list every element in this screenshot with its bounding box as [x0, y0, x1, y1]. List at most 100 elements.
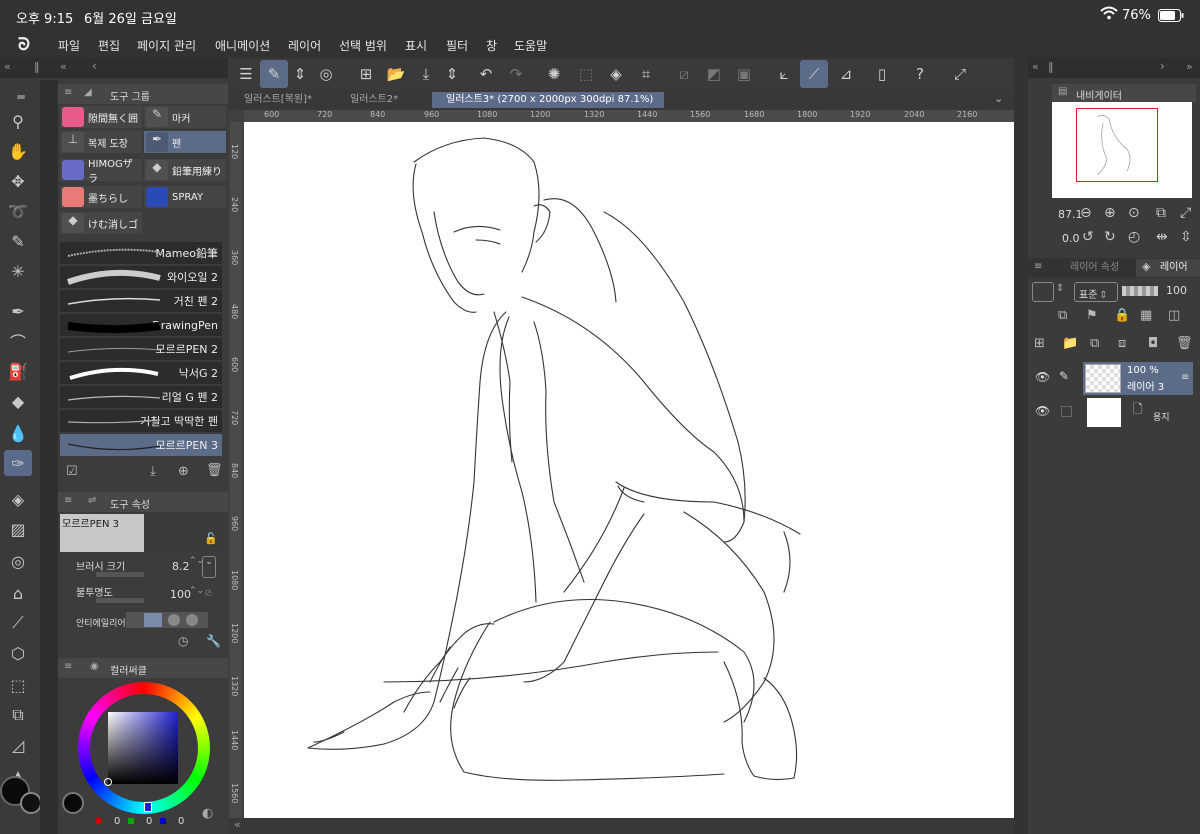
subtool-group[interactable]: ◆ 鉛筆用練り: [144, 159, 226, 181]
redo-icon[interactable]: ↷: [502, 60, 530, 88]
subtool-group[interactable]: ✎ 마커: [144, 106, 226, 128]
antialias-option-selected[interactable]: [144, 613, 162, 627]
collapse-icon[interactable]: «: [234, 818, 241, 831]
document-tab[interactable]: 일러스트2*: [336, 92, 432, 108]
menu-icon[interactable]: ≡: [64, 87, 72, 98]
zoom-value[interactable]: 87.1: [1058, 208, 1083, 221]
ruler-icon[interactable]: ⟋: [4, 610, 32, 636]
chevron-left-icon[interactable]: ‹: [92, 59, 97, 73]
brush-snap-icon[interactable]: ⟋: [800, 60, 828, 88]
frame-icon[interactable]: ⌂: [4, 580, 32, 606]
pen-icon[interactable]: ✒: [4, 298, 32, 324]
rotate-right-icon[interactable]: ↻: [1104, 229, 1116, 245]
clip-studio-logo-icon[interactable]: ᘐ: [18, 35, 30, 55]
selection-border-icon[interactable]: ▣: [730, 60, 758, 88]
menu-window[interactable]: 창: [486, 37, 497, 54]
chevron-right-icon[interactable]: ›: [1160, 59, 1165, 73]
loading-icon[interactable]: ✺: [540, 60, 568, 88]
clear-selection-icon[interactable]: ⧄: [670, 60, 698, 88]
subtool-group[interactable]: ◆ けむ消しゴ: [60, 212, 142, 234]
chevron-down-icon[interactable]: ⌄: [994, 92, 1003, 105]
trash-icon[interactable]: 🗑: [206, 463, 223, 478]
gradient-icon[interactable]: ▨: [4, 516, 32, 542]
duplicate-icon[interactable]: ⊕: [178, 464, 189, 479]
crop-icon[interactable]: ⌗: [632, 60, 660, 88]
lock-icon[interactable]: 🔓: [204, 532, 218, 545]
collapse-icon[interactable]: «: [4, 60, 11, 73]
menu-edit[interactable]: 편집: [98, 37, 120, 54]
menu-animation[interactable]: 애니메이션: [215, 37, 270, 54]
collapse-icon[interactable]: «: [1032, 60, 1039, 73]
rotate-left-icon[interactable]: ↺: [1082, 229, 1094, 245]
menu-icon[interactable]: ☰: [232, 60, 260, 88]
brush-size-slider[interactable]: [96, 572, 144, 577]
layer-opacity[interactable]: 100: [1166, 284, 1187, 297]
brush-item[interactable]: DrawingPen: [60, 314, 222, 337]
invert-selection-icon[interactable]: ◩: [700, 60, 728, 88]
sub-color-swatch[interactable]: [20, 792, 42, 814]
layer-checkbox[interactable]: [1061, 406, 1072, 417]
brush-item[interactable]: 모르르PEN 2: [60, 338, 222, 361]
pen-tool-icon[interactable]: ✑: [4, 450, 32, 476]
subtool-group[interactable]: SPRAY: [144, 186, 226, 208]
subtool-group[interactable]: HIMOGザラ: [60, 159, 142, 185]
device-icon[interactable]: ▯: [868, 60, 896, 88]
duplicate-layer-icon[interactable]: ⧉: [1090, 336, 1099, 351]
opacity-slider[interactable]: [1122, 286, 1158, 296]
brush-item[interactable]: 낙서G 2: [60, 362, 222, 385]
merge-icon[interactable]: ⧈: [1118, 336, 1126, 351]
tab-layer-property[interactable]: 레이어 속성: [1060, 259, 1132, 277]
clip-icon[interactable]: ⧉: [1058, 308, 1067, 323]
subtool-group[interactable]: ⊥ 복제 도장: [60, 131, 142, 153]
eyedropper-icon[interactable]: ✎: [4, 228, 32, 254]
curve-icon[interactable]: ⌒: [4, 328, 32, 354]
perspective-icon[interactable]: ⊿: [832, 60, 860, 88]
subtool-settings-icon[interactable]: ☑: [66, 464, 78, 479]
color-mode-icon[interactable]: ◐: [202, 806, 213, 821]
opacity-value[interactable]: 100: [170, 588, 191, 601]
green-value[interactable]: 0: [146, 816, 152, 827]
menu-selection[interactable]: 선택 범위: [339, 37, 387, 54]
transform-icon[interactable]: ⬚: [572, 60, 600, 88]
hue-handle[interactable]: [144, 802, 152, 812]
menu-icon[interactable]: ≡: [1181, 372, 1189, 383]
drawing-canvas[interactable]: [244, 122, 1014, 818]
menu-file[interactable]: 파일: [58, 37, 80, 54]
menu-icon[interactable]: ≡: [64, 661, 72, 672]
help-icon[interactable]: ?: [906, 60, 934, 88]
stepper-icon[interactable]: ⌃⌄: [189, 586, 204, 596]
antialias-selector[interactable]: [126, 612, 208, 628]
layer-color-button[interactable]: [1032, 282, 1054, 302]
new-folder-icon[interactable]: 📁: [1062, 336, 1078, 351]
menu-icon[interactable]: ≡: [1034, 261, 1042, 272]
opacity-slider[interactable]: [96, 598, 144, 603]
save-icon[interactable]: ⤓: [412, 60, 440, 88]
menu-icon[interactable]: ≡: [64, 495, 72, 506]
red-value[interactable]: 0: [114, 816, 120, 827]
fit-icon[interactable]: ⊙: [1128, 205, 1140, 221]
undo-icon[interactable]: ↶: [472, 60, 500, 88]
blend-icon[interactable]: 💧: [4, 420, 32, 446]
visibility-icon[interactable]: 👁: [1035, 370, 1050, 384]
zoom-in-icon[interactable]: ⊕: [1104, 205, 1116, 221]
ruler-snap-icon[interactable]: ⟀: [770, 60, 798, 88]
current-color-swatch[interactable]: [62, 792, 84, 814]
chevron-down-icon[interactable]: ⌄: [202, 556, 216, 578]
clip-studio-icon[interactable]: ◎: [312, 60, 340, 88]
open-folder-icon[interactable]: 📂: [382, 60, 410, 88]
collapse-icon[interactable]: «: [60, 60, 67, 73]
document-tab-active[interactable]: 일러스트3* (2700 x 2000px 300dpi 87.1%): [432, 92, 664, 108]
saturation-square[interactable]: [104, 712, 178, 786]
brush-item[interactable]: 거친 펜 2: [60, 290, 222, 313]
new-canvas-icon[interactable]: ⊞: [352, 60, 380, 88]
fill-icon[interactable]: ◈: [4, 486, 32, 512]
menu-view[interactable]: 표시: [405, 37, 427, 54]
lock-transparency-icon[interactable]: ▦: [1140, 308, 1152, 323]
brush-size-value[interactable]: 8.2: [172, 560, 190, 573]
selection-icon[interactable]: ⬚: [4, 672, 32, 698]
menu-layer[interactable]: 레이어: [288, 37, 321, 54]
layer-row[interactable]: 👁 ✎ 100 % 레이어 3 ≡: [1031, 362, 1193, 395]
viewport-frame[interactable]: [1076, 108, 1158, 182]
trash-icon[interactable]: 🗑: [1176, 336, 1193, 351]
eraser-icon[interactable]: ◆: [4, 388, 32, 414]
